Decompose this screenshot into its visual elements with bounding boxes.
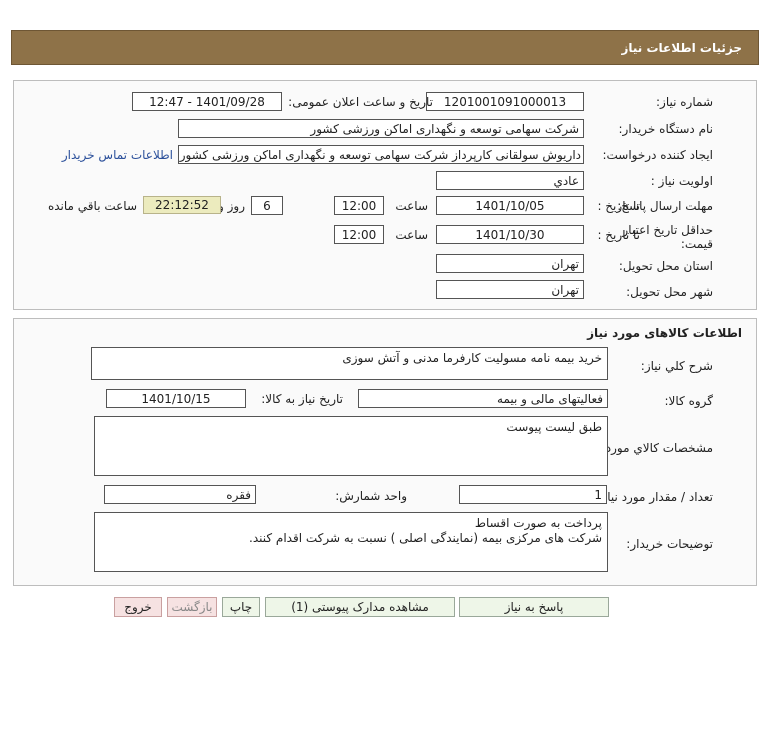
exit-button[interactable]: خروج <box>114 597 162 617</box>
days-field: 6 <box>251 196 283 215</box>
unit-field: فقره <box>104 485 256 504</box>
buyer-org-field: شرکت سهامی توسعه و نگهداری اماکن ورزشی ک… <box>178 119 584 138</box>
province-label: استان محل تحویل: <box>618 259 713 273</box>
specs-field: طبق لیست پیوست <box>94 416 608 476</box>
priority-label: اولویت نیاز : <box>650 174 713 188</box>
need-date-field: 1401/10/15 <box>106 389 246 408</box>
deadline-time-field: 12:00 <box>334 196 384 215</box>
deadline-time-label: ساعت <box>395 199 428 213</box>
announce-date-label: تاریخ و ساعت اعلان عمومی: <box>288 95 433 109</box>
goods-section-title: اطلاعات کالاهای مورد نیاز <box>587 326 742 340</box>
validity-time-field: 12:00 <box>334 225 384 244</box>
creator-field: داریوش سولقانی کارپرداز شرکت سهامی توسعه… <box>178 145 584 164</box>
deadline-date-field: 1401/10/05 <box>436 196 584 215</box>
buyer-notes-line-2: شرکت های مرکزی بیمه (نمایندگی اصلی ) نسب… <box>249 531 602 545</box>
city-label: شهر محل تحویل: <box>626 285 713 299</box>
print-button[interactable]: چاپ <box>222 597 260 617</box>
creator-label: ایجاد کننده درخواست: <box>602 148 713 162</box>
summary-label: شرح کلي نیاز: <box>640 359 713 373</box>
priority-field: عادي <box>436 171 584 190</box>
announce-date-field: 1401/09/28 - 12:47 <box>132 92 282 111</box>
city-field: تهران <box>436 280 584 299</box>
deadline-to-date-label: تا تاریخ : <box>597 199 640 213</box>
validity-to-date-label: تا تاریخ : <box>597 228 640 242</box>
page-header: جزئیات اطلاعات نیاز <box>11 30 759 65</box>
need-info-panel <box>13 80 757 310</box>
quantity-field: 1 <box>459 485 607 504</box>
goods-group-field: فعالیتهای مالی و بیمه <box>358 389 608 408</box>
need-number-field: 1201001091000013 <box>426 92 584 111</box>
buyer-notes-field: پرداخت به صورت اقساط شرکت های مرکزی بیمه… <box>94 512 608 572</box>
summary-field: خرید بیمه نامه مسولیت کارفرما مدنی و آتش… <box>91 347 608 380</box>
days-label: روز و <box>218 199 245 213</box>
buyer-org-label: نام دستگاه خریدار: <box>618 122 714 136</box>
quantity-label: تعداد / مقدار مورد نیاز: <box>597 490 713 504</box>
unit-label: واحد شمارش: <box>335 489 407 503</box>
view-attachments-button[interactable]: مشاهده مدارک پیوستی (1) <box>265 597 455 617</box>
buyer-contact-link[interactable]: اطلاعات تماس خریدار <box>62 148 173 162</box>
need-date-label: تاریخ نیاز به کالا: <box>261 392 343 406</box>
buyer-notes-label: توضیحات خریدار: <box>626 537 713 551</box>
page-title: جزئیات اطلاعات نیاز <box>621 41 742 55</box>
province-field: تهران <box>436 254 584 273</box>
reply-to-need-button[interactable]: پاسخ به نیاز <box>459 597 609 617</box>
need-number-label: شماره نیاز: <box>656 95 713 109</box>
back-button[interactable]: بازگشت <box>167 597 217 617</box>
remaining-time-label: ساعت باقي مانده <box>47 199 137 213</box>
buyer-notes-line-1: پرداخت به صورت اقساط <box>474 516 602 530</box>
validity-time-label: ساعت <box>395 228 428 242</box>
goods-group-label: گروه کالا: <box>664 394 714 408</box>
validity-date-field: 1401/10/30 <box>436 225 584 244</box>
remaining-time-counter: 22:12:52 <box>143 196 221 214</box>
